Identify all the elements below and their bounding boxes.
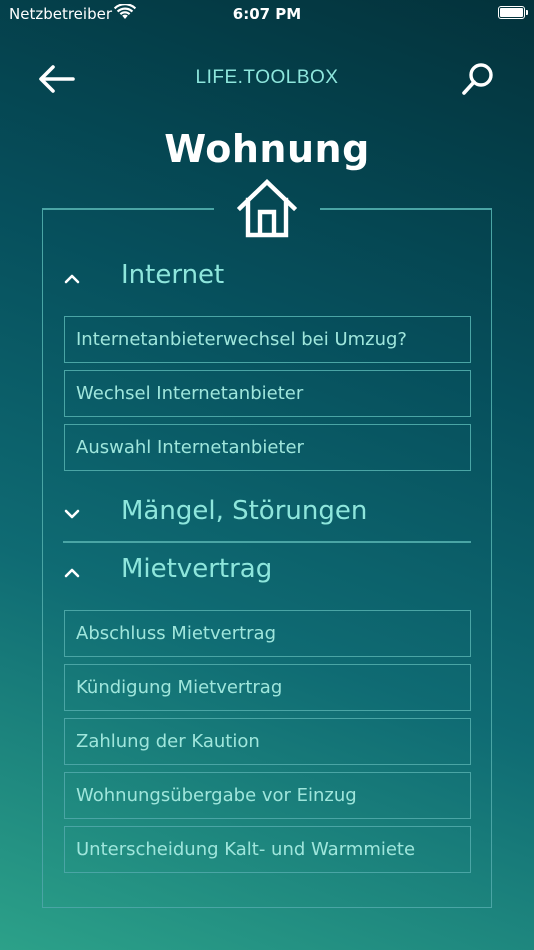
- list-item[interactable]: Zahlung der Kaution: [64, 718, 471, 765]
- search-icon: [462, 63, 493, 95]
- section-header-mietvertrag[interactable]: Mietvertrag: [63, 554, 473, 594]
- section-label: Mietvertrag: [121, 554, 273, 584]
- status-bar: Netzbetreiber 6:07 PM: [0, 0, 534, 30]
- list-item[interactable]: Unterscheidung Kalt- und Warmmiete: [64, 826, 471, 873]
- list-item[interactable]: Kündigung Mietvertrag: [64, 664, 471, 711]
- page-title: Wohnung: [164, 127, 370, 171]
- section-header-internet[interactable]: Internet: [63, 260, 473, 300]
- app-title: LIFE.TOOLBOX: [195, 67, 339, 88]
- chevron-up-icon: [64, 568, 80, 578]
- section-label: Mängel, Störungen: [121, 496, 368, 526]
- section-header-maengel[interactable]: Mängel, Störungen: [63, 496, 473, 536]
- list-item[interactable]: Abschluss Mietvertrag: [64, 610, 471, 657]
- list-item[interactable]: Wechsel Internetanbieter: [64, 370, 471, 417]
- chevron-down-icon: [64, 509, 80, 519]
- section-label: Internet: [121, 260, 225, 290]
- list-item[interactable]: Internetanbieterwechsel bei Umzug?: [64, 316, 471, 363]
- section-divider: [63, 541, 471, 543]
- list-item[interactable]: Wohnungsübergabe vor Einzug: [64, 772, 471, 819]
- clock: 6:07 PM: [232, 5, 302, 23]
- topic-list-panel: Internet Internetanbieterwechsel bei Umz…: [42, 208, 492, 908]
- chevron-up-icon: [64, 274, 80, 284]
- list-item[interactable]: Auswahl Internetanbieter: [64, 424, 471, 471]
- battery-icon: [498, 6, 528, 19]
- nav-bar: LIFE.TOOLBOX: [0, 55, 534, 101]
- search-button[interactable]: [460, 61, 496, 97]
